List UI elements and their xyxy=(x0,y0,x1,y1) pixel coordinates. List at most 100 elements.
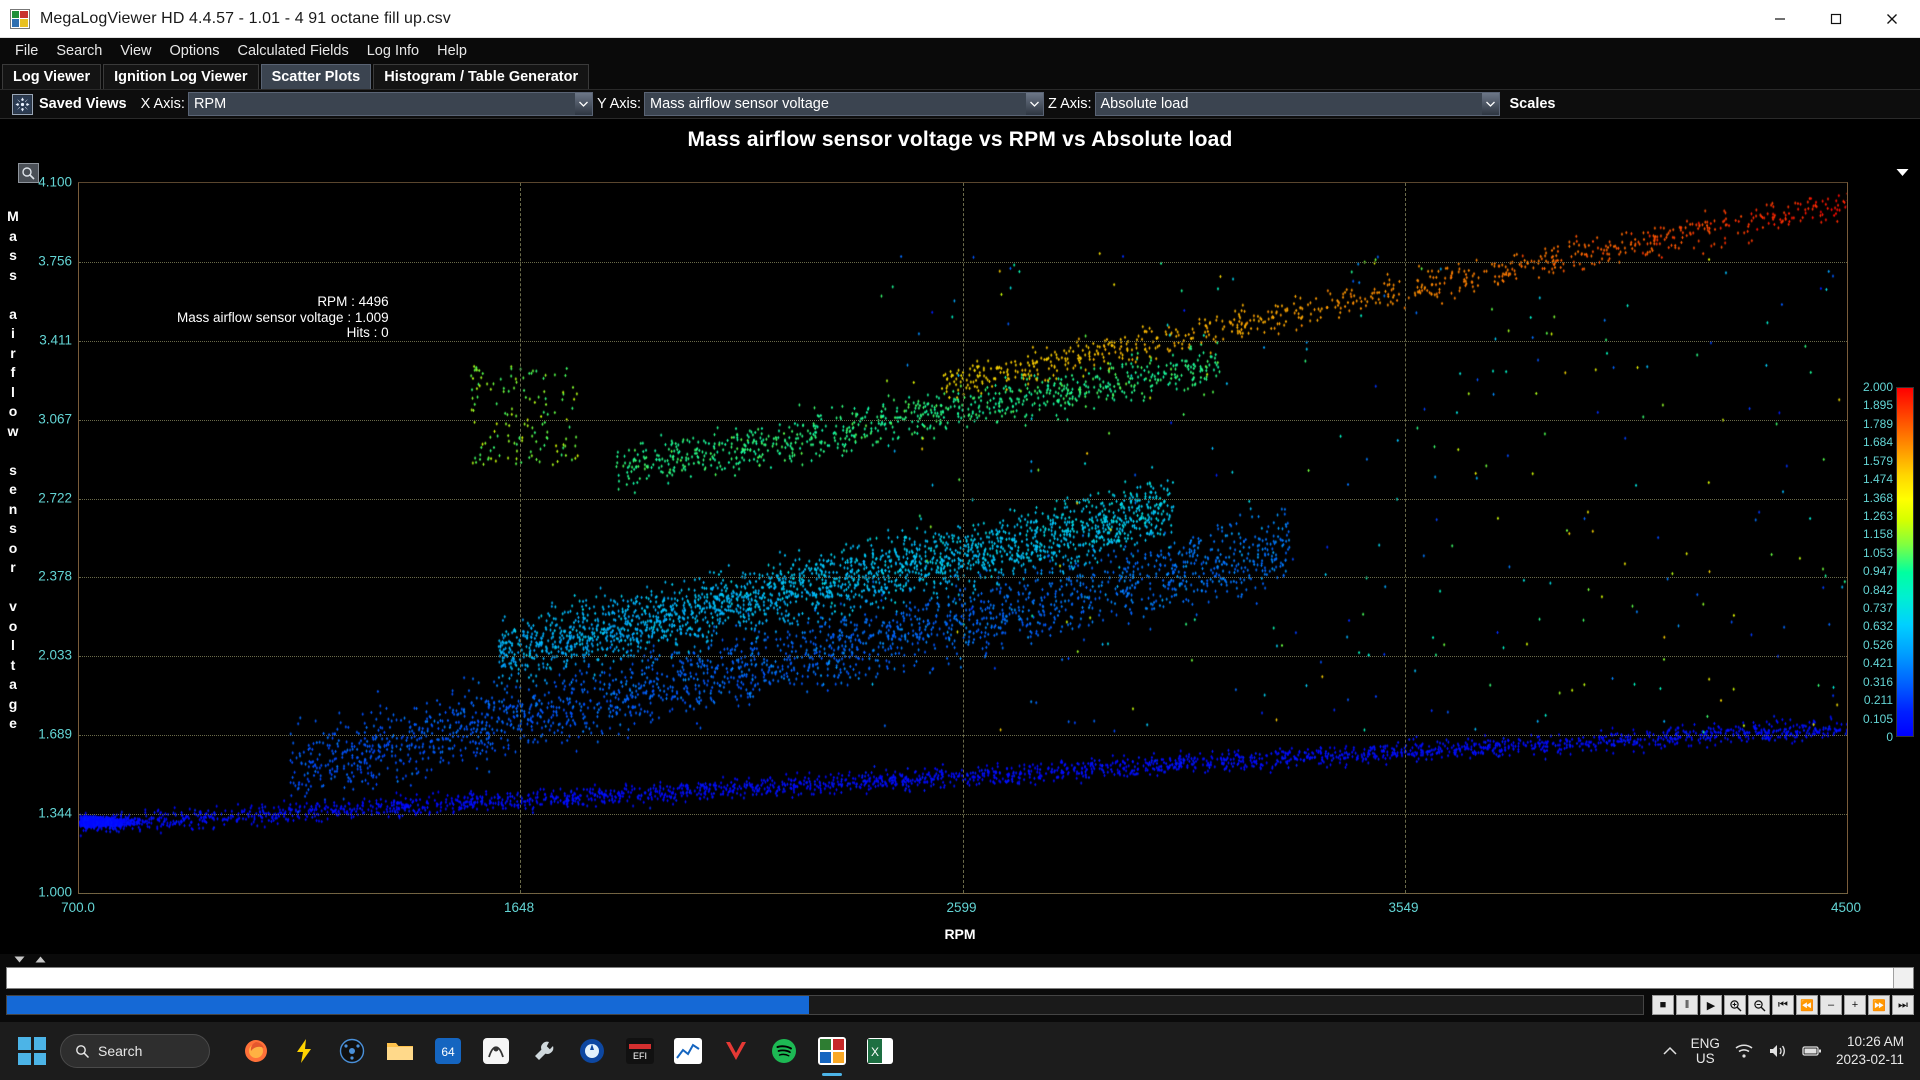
taskbar-chart[interactable] xyxy=(670,1033,706,1069)
plot-area[interactable]: RPM : 4496 Mass airflow sensor voltage :… xyxy=(78,182,1848,894)
y-axis-ticks: 4.100 3.756 3.411 3.067 2.722 2.378 2.033 1.689… xyxy=(0,175,72,900)
x-axis-select[interactable]: RPM xyxy=(187,92,593,116)
chevron-down-icon[interactable] xyxy=(1481,93,1499,115)
status-field-cell[interactable] xyxy=(7,968,1893,988)
color-legend-tick: 1.053 xyxy=(1862,545,1893,560)
close-button[interactable] xyxy=(1864,0,1920,38)
zoom-out-button[interactable] xyxy=(1748,995,1770,1015)
language-indicator[interactable]: ENG US xyxy=(1691,1036,1720,1066)
pause-button[interactable]: ‖ xyxy=(1676,995,1698,1015)
taskbar-v[interactable] xyxy=(718,1033,754,1069)
taskbar-tuner[interactable] xyxy=(334,1033,370,1069)
taskbar-clock[interactable]: 10:26 AM 2023-02-11 xyxy=(1836,1033,1904,1069)
tab-ignition-log-viewer[interactable]: Ignition Log Viewer xyxy=(103,64,259,89)
skip-end-button[interactable]: ⏭ xyxy=(1892,995,1914,1015)
menu-options[interactable]: Options xyxy=(161,40,229,62)
axis-toolbar: Saved Views X Axis: RPM Y Axis: Mass air… xyxy=(0,89,1920,119)
z-axis-select[interactable]: Absolute load xyxy=(1094,92,1500,116)
color-legend-tick: 0 xyxy=(1886,730,1893,744)
scales-label[interactable]: Scales xyxy=(1510,96,1556,112)
taskbar-search[interactable]: Search xyxy=(60,1034,210,1068)
saved-views-icon[interactable] xyxy=(12,93,33,115)
taskbar-obd[interactable]: 64 xyxy=(430,1033,466,1069)
chevron-down-icon[interactable] xyxy=(1026,93,1043,115)
chevron-down-icon[interactable] xyxy=(574,93,592,115)
menu-view[interactable]: View xyxy=(111,40,160,62)
play-button[interactable]: ▶ xyxy=(1700,995,1722,1015)
maximize-button[interactable] xyxy=(1808,0,1864,38)
color-legend-tick: 2.000 xyxy=(1862,380,1893,394)
taskbar-right: ENG US 10:26 AM 2023-02-11 xyxy=(1663,1022,1920,1080)
taskbar-left: Search 64 EFI X xyxy=(0,1033,898,1069)
taskbar-file-explorer[interactable] xyxy=(382,1033,418,1069)
x-axis-title: RPM xyxy=(944,926,976,942)
zoom-tool-icon[interactable] xyxy=(18,163,39,183)
status-field-button[interactable] xyxy=(1893,968,1913,988)
battery-icon[interactable] xyxy=(1802,1043,1822,1059)
color-legend-tick: 1.895 xyxy=(1862,398,1893,413)
tab-bar: Log Viewer Ignition Log Viewer Scatter P… xyxy=(0,63,1920,89)
taskbar-megalogviewer[interactable] xyxy=(814,1033,850,1069)
clock-time: 10:26 AM xyxy=(1846,1034,1904,1049)
step-forward-button[interactable]: + xyxy=(1844,995,1866,1015)
grid-line-vertical xyxy=(520,183,522,893)
menu-bar: File Search View Options Calculated Fiel… xyxy=(0,38,1920,63)
color-legend-tick: 0.632 xyxy=(1862,619,1893,634)
taskbar-search-label: Search xyxy=(98,1043,143,1059)
playback-row: ■ ‖ ▶ ⏮ ⏪ – + ⏩ ⏭ xyxy=(6,992,1914,1018)
taskbar-spotify[interactable] xyxy=(766,1033,802,1069)
y-axis-tick-label: 3.411 xyxy=(39,332,72,348)
x-axis-tick-label: 4500 xyxy=(1830,900,1862,915)
bottom-controls: ■ ‖ ▶ ⏮ ⏪ – + ⏩ ⏭ xyxy=(0,954,1920,1022)
taskbar-excel[interactable]: X xyxy=(862,1033,898,1069)
scatter-plot-panel: Mass airflow sensor voltage vs RPM vs Ab… xyxy=(0,119,1920,954)
volume-icon[interactable] xyxy=(1768,1043,1788,1059)
start-button-icon[interactable] xyxy=(18,1037,46,1065)
color-legend-tick: 0.947 xyxy=(1862,564,1893,579)
menu-help[interactable]: Help xyxy=(428,40,476,62)
title-bar: MegaLogViewer HD 4.4.57 - 1.01 - 4 91 oc… xyxy=(0,0,1920,38)
color-legend-tick: 0.316 xyxy=(1862,674,1893,689)
taskbar-firefox[interactable] xyxy=(238,1033,274,1069)
y-axis-select[interactable]: Mass airflow sensor voltage xyxy=(644,92,1044,116)
scroll-arrows[interactable] xyxy=(0,954,1920,965)
taskbar-flash[interactable] xyxy=(286,1033,322,1069)
x-axis-tick-label: 3549 xyxy=(1388,900,1419,915)
color-legend-labels: 2.000 1.895 1.789 1.684 1.579 1.474 1.368 1.263… xyxy=(1852,380,1896,744)
tab-log-viewer[interactable]: Log Viewer xyxy=(2,64,102,89)
y-axis-tick-label: 1.344 xyxy=(38,805,72,821)
playback-progress-fill xyxy=(7,996,809,1014)
y-axis-tick-label: 2.722 xyxy=(38,490,72,506)
svg-text:X: X xyxy=(871,1045,879,1059)
taskbar-scan[interactable] xyxy=(478,1033,514,1069)
rewind-button[interactable]: ⏪ xyxy=(1796,995,1818,1015)
y-axis-tick-label: 1.689 xyxy=(38,726,72,742)
y-axis-tick-label: 4.100 xyxy=(38,174,72,190)
wifi-icon[interactable] xyxy=(1734,1043,1754,1059)
taskbar-wrench[interactable] xyxy=(526,1033,562,1069)
playback-progress[interactable] xyxy=(6,995,1644,1015)
tab-scatter-plots[interactable]: Scatter Plots xyxy=(260,64,372,89)
menu-file[interactable]: File xyxy=(6,40,47,62)
fast-forward-button[interactable]: ⏩ xyxy=(1868,995,1890,1015)
taskbar-ecu[interactable] xyxy=(574,1033,610,1069)
panel-menu-caret-icon[interactable] xyxy=(1892,163,1912,181)
status-field-row[interactable] xyxy=(6,967,1914,989)
color-legend-tick: 1.158 xyxy=(1862,527,1893,542)
menu-log-info[interactable]: Log Info xyxy=(358,40,428,62)
minimize-button[interactable] xyxy=(1752,0,1808,38)
step-back-button[interactable]: – xyxy=(1820,995,1842,1015)
tab-histogram-table-generator[interactable]: Histogram / Table Generator xyxy=(373,64,590,89)
color-legend-tick: 1.684 xyxy=(1862,435,1893,450)
svg-text:EFI: EFI xyxy=(633,1051,647,1061)
tooltip-line-rpm: RPM : 4496 xyxy=(317,294,389,309)
skip-start-button[interactable]: ⏮ xyxy=(1772,995,1794,1015)
y-axis-label: Y Axis: xyxy=(596,96,641,112)
zoom-in-button[interactable] xyxy=(1724,995,1746,1015)
menu-search[interactable]: Search xyxy=(47,40,111,62)
color-legend-tick: 1.368 xyxy=(1862,490,1893,505)
stop-button[interactable]: ■ xyxy=(1652,995,1674,1015)
show-hidden-icons-caret[interactable] xyxy=(1663,1046,1677,1056)
taskbar-efi[interactable]: EFI xyxy=(622,1033,658,1069)
menu-calculated-fields[interactable]: Calculated Fields xyxy=(228,40,357,62)
